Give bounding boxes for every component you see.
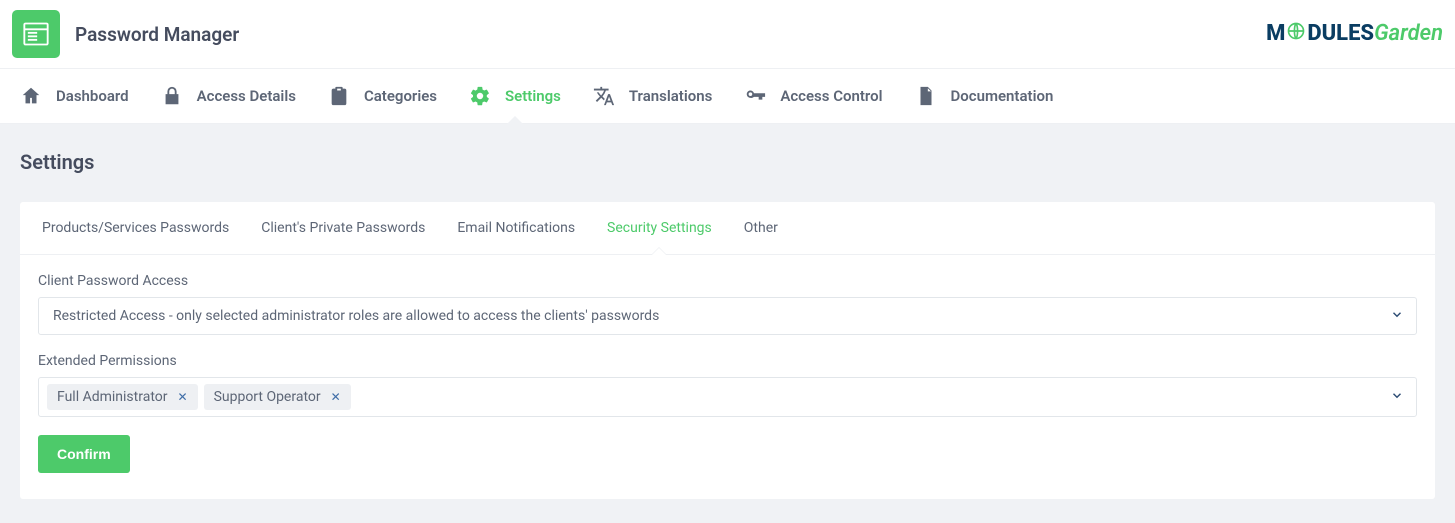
nav-label: Access Control: [780, 87, 882, 105]
chevron-down-icon: [1390, 388, 1404, 407]
settings-tabs: Products/Services Passwords Client's Pri…: [20, 202, 1435, 255]
app-logo: [12, 10, 60, 58]
content-area: Settings Products/Services Passwords Cli…: [0, 124, 1455, 523]
key-icon: [744, 85, 766, 107]
header: Password Manager M DULESGarden: [0, 0, 1455, 68]
document-icon: [915, 85, 937, 107]
nav-label: Settings: [505, 87, 561, 105]
tag-remove-icon[interactable]: ✕: [178, 390, 188, 404]
nav-documentation[interactable]: Documentation: [899, 69, 1070, 123]
lock-icon: [161, 85, 183, 107]
settings-card: Products/Services Passwords Client's Pri…: [20, 202, 1435, 499]
nav-label: Dashboard: [56, 87, 129, 105]
nav-access-control[interactable]: Access Control: [728, 69, 898, 123]
select-value: Restricted Access - only selected admini…: [53, 308, 659, 324]
label-extended-permissions: Extended Permissions: [38, 353, 1417, 369]
main-nav: Dashboard Access Details Categories Sett…: [0, 68, 1455, 124]
tag-label: Full Administrator: [57, 389, 168, 405]
tab-email-notifications[interactable]: Email Notifications: [441, 202, 591, 254]
tab-other[interactable]: Other: [728, 202, 794, 254]
tag-item: Support Operator ✕: [204, 384, 351, 410]
header-left: Password Manager: [12, 10, 239, 58]
brand-logo: M DULESGarden: [1266, 21, 1443, 47]
gear-icon: [469, 85, 491, 107]
nav-dashboard[interactable]: Dashboard: [4, 69, 145, 123]
tag-label: Support Operator: [214, 389, 321, 405]
tab-products-services[interactable]: Products/Services Passwords: [26, 202, 245, 254]
nav-access-details[interactable]: Access Details: [145, 69, 312, 123]
tab-security-settings[interactable]: Security Settings: [591, 202, 728, 254]
label-client-password-access: Client Password Access: [38, 273, 1417, 289]
tab-client-private[interactable]: Client's Private Passwords: [245, 202, 441, 254]
group-client-password-access: Client Password Access Restricted Access…: [38, 273, 1417, 335]
nav-label: Documentation: [951, 87, 1054, 105]
window-icon: [22, 20, 50, 48]
multiselect-extended-permissions[interactable]: Full Administrator ✕ Support Operator ✕: [38, 377, 1417, 417]
nav-translations[interactable]: Translations: [577, 69, 728, 123]
globe-icon: [1286, 21, 1306, 41]
app-title: Password Manager: [75, 23, 239, 46]
card-body: Client Password Access Restricted Access…: [20, 255, 1435, 499]
nav-label: Categories: [364, 87, 437, 105]
nav-settings[interactable]: Settings: [453, 69, 577, 123]
select-client-password-access[interactable]: Restricted Access - only selected admini…: [38, 297, 1417, 335]
tag-remove-icon[interactable]: ✕: [331, 390, 341, 404]
group-extended-permissions: Extended Permissions Full Administrator …: [38, 353, 1417, 417]
tag-item: Full Administrator ✕: [47, 384, 198, 410]
nav-categories[interactable]: Categories: [312, 69, 453, 123]
translate-icon: [593, 85, 615, 107]
page-title: Settings: [20, 150, 1435, 174]
clipboard-icon: [328, 85, 350, 107]
nav-label: Access Details: [197, 87, 296, 105]
confirm-button[interactable]: Confirm: [38, 435, 130, 473]
chevron-down-icon: [1390, 307, 1404, 326]
nav-label: Translations: [629, 87, 712, 105]
home-icon: [20, 85, 42, 107]
